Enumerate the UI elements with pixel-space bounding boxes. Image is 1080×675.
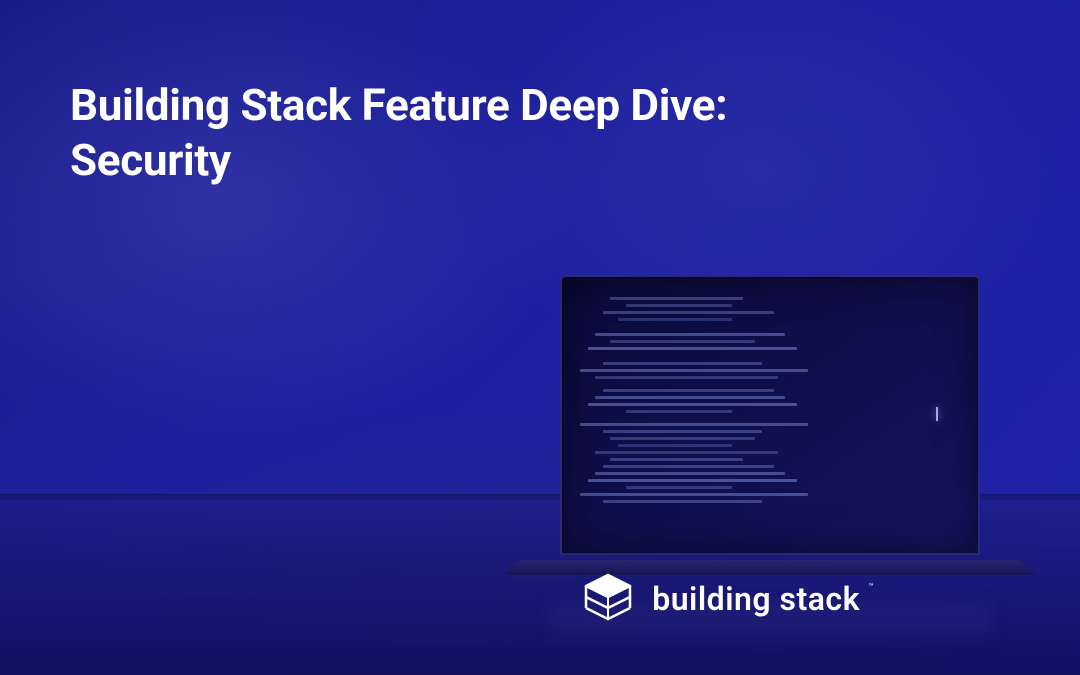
code-line [595,451,777,454]
code-line [626,410,732,413]
code-line [610,297,743,300]
headline-line-2: Security [70,134,231,186]
code-line [603,430,763,433]
trademark-symbol: ™ [868,582,874,591]
code-line [588,403,797,406]
code-editor-mock [562,277,978,553]
code-line [603,500,763,503]
code-line [580,369,808,372]
code-line [626,486,732,489]
brand-name: building stack ™ [652,580,860,618]
brand-logo: building stack ™ [580,571,860,627]
code-line [603,311,774,314]
code-line [626,304,732,307]
stack-icon [580,571,636,627]
code-line [588,479,797,482]
code-line [618,318,732,321]
page-title: Building Stack Feature Deep Dive: Securi… [70,78,1010,188]
code-line [603,362,763,365]
text-cursor [936,407,938,421]
code-line [595,333,785,336]
code-line [595,376,777,379]
code-line [588,347,797,350]
code-line [595,472,785,475]
code-line [580,493,808,496]
code-line [610,340,754,343]
hero-banner: Building Stack Feature Deep Dive: Securi… [0,0,1080,675]
code-line [603,389,774,392]
laptop-screen [560,275,980,555]
code-line [595,396,785,399]
headline-line-1: Building Stack Feature Deep Dive: [70,79,727,131]
code-line [610,437,754,440]
brand-name-text: building stack [652,580,860,618]
code-line [618,444,732,447]
code-line [580,423,808,426]
code-line [603,465,774,468]
code-line [610,458,743,461]
laptop-illustration [520,275,1020,615]
